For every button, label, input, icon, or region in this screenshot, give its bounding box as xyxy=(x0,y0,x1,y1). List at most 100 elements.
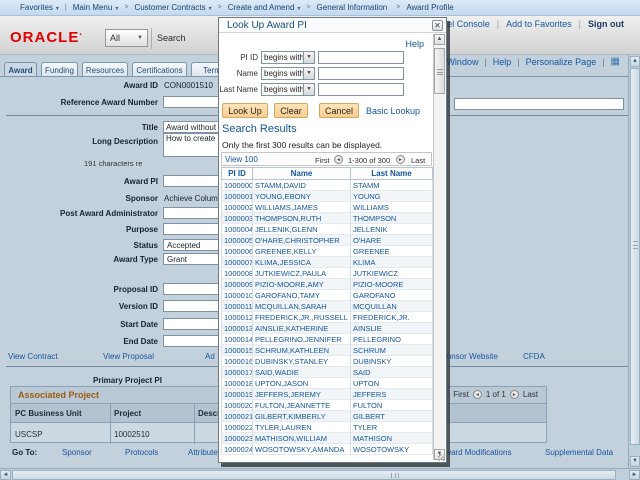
result-name[interactable]: JUTKIEWICZ,PAULA xyxy=(253,268,351,279)
result-last-name[interactable]: GREENEE xyxy=(351,246,433,257)
dialog-help-link[interactable]: Help xyxy=(405,39,424,49)
search-scope-select[interactable]: All▼ xyxy=(105,29,148,47)
pi-id-input[interactable] xyxy=(318,51,404,64)
look-up-button[interactable]: Look Up xyxy=(222,103,268,118)
next-page-icon[interactable]: ► xyxy=(396,155,405,164)
vertical-scrollbar-thumb[interactable] xyxy=(630,68,640,445)
result-last-name[interactable]: SAID xyxy=(351,367,433,378)
result-pi-id[interactable]: 1000002 xyxy=(222,202,253,213)
pi-id-operator-select[interactable]: begins with▼ xyxy=(261,51,315,64)
dialog-scrollbar[interactable]: ▲ ▼ xyxy=(433,34,445,460)
dropdown-arrow-icon[interactable]: ▼ xyxy=(303,52,314,63)
result-row[interactable]: 1000013 AINSLIE,KATHERINE AINSLIE xyxy=(222,323,433,334)
results-col-name[interactable]: Name xyxy=(253,168,351,180)
result-row[interactable]: 1000016 DUBINSKY,STANLEY DUBINSKY xyxy=(222,356,433,367)
next-page-icon[interactable]: ► xyxy=(510,390,519,399)
tab-funding[interactable]: Funding xyxy=(41,62,78,76)
resize-grip-icon[interactable] xyxy=(438,454,445,461)
result-name[interactable]: WILLIAMS,JAMES xyxy=(253,202,351,213)
last-name-operator-select[interactable]: begins with▼ xyxy=(261,83,315,96)
result-pi-id[interactable]: 1000005 xyxy=(222,235,253,246)
result-pi-id[interactable]: 1000015 xyxy=(222,345,253,356)
pagination-last-label[interactable]: Last xyxy=(411,156,425,165)
breadcrumb-item[interactable]: Create and Amend▾ xyxy=(228,3,301,12)
result-row[interactable]: 1000005 O'HARE,CHRISTOPHER O'HARE xyxy=(222,235,433,246)
result-row[interactable]: 1000010 GAROFANO,TAMY GAROFANO xyxy=(222,290,433,301)
result-pi-id[interactable]: 1000022 xyxy=(222,422,253,433)
result-row[interactable]: 1000006 GREENEE,KELLY GREENEE xyxy=(222,246,433,257)
result-name[interactable]: FULTON,JEANNETTE xyxy=(253,400,351,411)
result-last-name[interactable]: PELLEGRINO xyxy=(351,334,433,345)
result-pi-id[interactable]: 1000010 xyxy=(222,290,253,301)
result-pi-id[interactable]: 1000009 xyxy=(222,279,253,290)
scroll-down-icon[interactable]: ▼ xyxy=(630,456,640,467)
result-name[interactable]: PELLEGRINO,JENNIFER xyxy=(253,334,351,345)
result-last-name[interactable]: JELLENIK xyxy=(351,224,433,235)
dropdown-arrow-icon[interactable]: ▼ xyxy=(303,68,314,79)
result-row[interactable]: 1000020 FULTON,JEANNETTE FULTON xyxy=(222,400,433,411)
result-pi-id[interactable]: 1000003 xyxy=(222,213,253,224)
help-link[interactable]: Help xyxy=(493,57,512,67)
result-row[interactable]: 1000021 GILBERT,KIMBERLY GILBERT xyxy=(222,411,433,422)
breadcrumb-item[interactable]: Award Profile xyxy=(406,3,456,12)
result-name[interactable]: JELLENIK,GLENN xyxy=(253,224,351,235)
dropdown-arrow-icon[interactable]: ▼ xyxy=(303,84,314,95)
result-row[interactable]: 1000011 MCQUILLAN,SARAH MCQUILLAN xyxy=(222,301,433,312)
result-row[interactable]: 1000001 YOUNG,EBONY YOUNG xyxy=(222,191,433,202)
goto-supplemental-data-link[interactable]: Supplemental Data xyxy=(545,448,613,457)
pagination-first-label[interactable]: First xyxy=(453,390,469,399)
basic-lookup-link[interactable]: Basic Lookup xyxy=(366,106,420,116)
result-pi-id[interactable]: 1000006 xyxy=(222,246,253,257)
personalize-page-link[interactable]: Personalize Page xyxy=(526,57,597,67)
goto-award-modifications-link[interactable]: Award Modifications xyxy=(440,448,511,457)
vertical-scrollbar[interactable]: ▲ ▼ xyxy=(628,55,640,468)
result-name[interactable]: GREENEE,KELLY xyxy=(253,246,351,257)
pagination-first-label[interactable]: First xyxy=(315,156,330,165)
result-pi-id[interactable]: 1000016 xyxy=(222,356,253,367)
result-last-name[interactable]: YOUNG xyxy=(351,191,433,202)
result-last-name[interactable]: TYLER xyxy=(351,422,433,433)
result-row[interactable]: 1000023 MATHISON,WILLIAM MATHISON xyxy=(222,433,433,444)
result-last-name[interactable]: SCHRUM xyxy=(351,345,433,356)
result-pi-id[interactable]: 1000017 xyxy=(222,367,253,378)
result-row[interactable]: 1000015 SCHRUM,KATHLEEN SCHRUM xyxy=(222,345,433,356)
result-name[interactable]: JEFFERS,JEREMY xyxy=(253,389,351,400)
result-last-name[interactable]: O'HARE xyxy=(351,235,433,246)
result-name[interactable]: KLIMA,JESSICA xyxy=(253,257,351,268)
result-last-name[interactable]: KLIMA xyxy=(351,257,433,268)
breadcrumb-item[interactable]: Customer Contracts▾ xyxy=(134,3,211,12)
result-pi-id[interactable]: 1000013 xyxy=(222,323,253,334)
result-name[interactable]: O'HARE,CHRISTOPHER xyxy=(253,235,351,246)
result-row[interactable]: 1000018 UPTON,JASON UPTON xyxy=(222,378,433,389)
additional-link-fragment[interactable]: Ad xyxy=(205,352,215,361)
results-col-pi-id[interactable]: PI ID xyxy=(222,168,253,180)
result-pi-id[interactable]: 1000021 xyxy=(222,411,253,422)
pagination-last-label[interactable]: Last xyxy=(523,390,538,399)
result-row[interactable]: 1000024 WOSOTOWSKY,AMANDA WOSOTOWSKY xyxy=(222,444,433,455)
result-row[interactable]: 1000004 JELLENIK,GLENN JELLENIK xyxy=(222,224,433,235)
result-name[interactable]: MATHISON,WILLIAM xyxy=(253,433,351,444)
breadcrumb-item[interactable]: Favorites▾ xyxy=(20,3,59,12)
result-last-name[interactable]: WILLIAMS xyxy=(351,202,433,213)
result-last-name[interactable]: FULTON xyxy=(351,400,433,411)
view-proposal-link[interactable]: View Proposal xyxy=(103,352,154,361)
result-pi-id[interactable]: 1000024 xyxy=(222,444,253,455)
result-name[interactable]: FREDERICK,JR.,RUSSELL xyxy=(253,312,351,323)
scroll-left-icon[interactable]: ◄ xyxy=(0,470,11,480)
result-name[interactable]: SAID,WADIE xyxy=(253,367,351,378)
result-row[interactable]: 1000009 PIZIO-MOORE,AMY PIZIO-MOORE xyxy=(222,279,433,290)
result-pi-id[interactable]: 1000023 xyxy=(222,433,253,444)
goto-attributes-link[interactable]: Attributes xyxy=(188,448,222,457)
result-pi-id[interactable]: 1000018 xyxy=(222,378,253,389)
result-row[interactable]: 1000008 JUTKIEWICZ,PAULA JUTKIEWICZ xyxy=(222,268,433,279)
result-last-name[interactable]: JEFFERS xyxy=(351,389,433,400)
result-pi-id[interactable]: 1000008 xyxy=(222,268,253,279)
add-to-favorites-link[interactable]: Add to Favorites xyxy=(506,19,572,29)
result-pi-id[interactable]: 1000014 xyxy=(222,334,253,345)
result-last-name[interactable]: UPTON xyxy=(351,378,433,389)
dialog-scrollbar-thumb[interactable] xyxy=(434,48,445,94)
result-pi-id[interactable]: 1000004 xyxy=(222,224,253,235)
close-icon[interactable]: ✕ xyxy=(432,20,443,31)
cfda-link[interactable]: CFDA xyxy=(523,352,545,361)
result-pi-id[interactable]: 1000012 xyxy=(222,312,253,323)
